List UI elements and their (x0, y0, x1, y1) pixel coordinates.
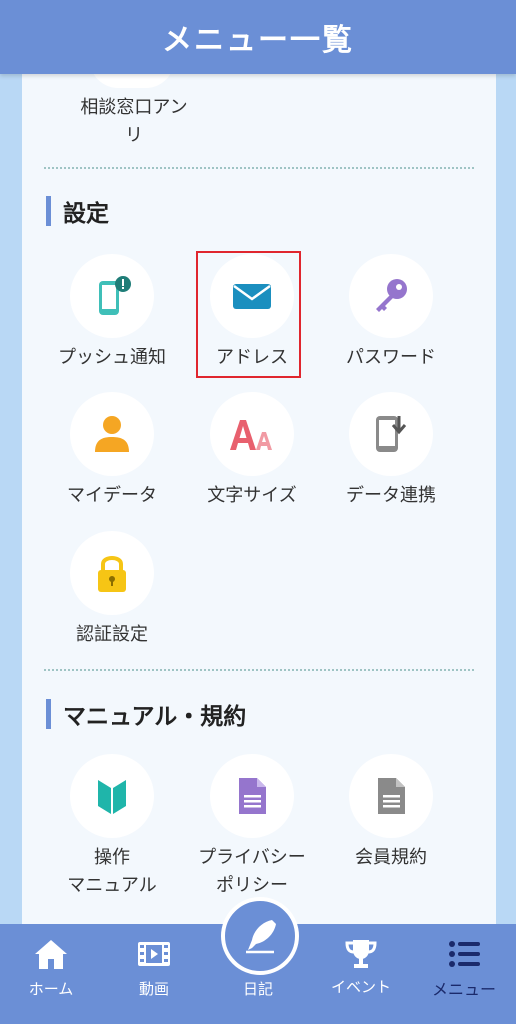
nav-menu-label: メニュー (431, 980, 496, 999)
nav-event[interactable]: イベント (311, 924, 411, 1024)
menu-panel: 相談窓口アン リ 設定 プッシュ通知 アドレス パスワード マイデータ 文字サイ… (22, 60, 496, 924)
section-manual-header: マニュアル・規約 (46, 699, 247, 730)
section-title-settings: 設定 (63, 201, 109, 227)
phone-notification-icon (99, 276, 131, 315)
font-size-item[interactable]: 文字サイズ (182, 392, 322, 522)
lock-icon (98, 556, 126, 592)
push-notification-label: プッシュ通知 (58, 347, 166, 368)
address-highlight-box (196, 251, 301, 378)
font-size-label: 文字サイズ (207, 485, 297, 506)
diary-button[interactable] (221, 897, 299, 975)
my-data-icon-circle (70, 392, 154, 476)
operation-manual-label: 操作 マニュアル (67, 847, 157, 896)
section-settings-header: 設定 (46, 196, 109, 227)
phone-download-icon (376, 416, 407, 452)
divider (44, 669, 474, 671)
auth-settings-label: 認証設定 (76, 624, 148, 645)
document-icon (239, 778, 266, 814)
auth-settings-icon-circle (70, 531, 154, 615)
header: メニュー一覧 (0, 0, 516, 74)
divider (44, 167, 474, 169)
privacy-policy-label: プライバシー ポリシー (198, 847, 306, 896)
privacy-policy-item[interactable]: プライバシー ポリシー (182, 754, 322, 896)
nav-video-label: 動画 (138, 980, 169, 998)
pen-icon (246, 920, 276, 954)
my-data-label: マイデータ (67, 485, 157, 506)
nav-diary-label: 日記 (242, 980, 273, 998)
data-link-label: データ連携 (346, 485, 436, 506)
section-bar (46, 699, 51, 729)
key-icon (376, 279, 407, 312)
trophy-icon (345, 940, 377, 968)
section-bar (46, 196, 51, 226)
list-icon (449, 941, 480, 967)
my-data-item[interactable]: マイデータ (42, 392, 182, 522)
beginner-mark-icon (98, 780, 126, 814)
push-notification-icon-circle (70, 254, 154, 338)
font-size-icon (230, 420, 272, 450)
password-icon-circle (349, 254, 433, 338)
nav-video[interactable]: 動画 (104, 924, 204, 1024)
nav-home-label: ホーム (28, 980, 74, 998)
nav-event-label: イベント (330, 978, 391, 996)
operation-manual-item[interactable]: 操作 マニュアル (42, 754, 182, 896)
person-icon (95, 416, 129, 452)
auth-settings-item[interactable]: 認証設定 (42, 531, 182, 661)
password-item[interactable]: パスワード (321, 254, 461, 384)
password-label: パスワード (346, 347, 436, 368)
home-icon (35, 940, 67, 969)
nav-menu[interactable]: メニュー (414, 924, 514, 1024)
data-link-item[interactable]: データ連携 (321, 392, 461, 522)
consult-label[interactable]: 相談窓口アン リ (44, 94, 224, 150)
member-terms-label: 会員規約 (355, 847, 427, 868)
nav-home[interactable]: ホーム (1, 924, 101, 1024)
document-icon (378, 778, 405, 814)
section-title-manual: マニュアル・規約 (63, 704, 247, 730)
font-size-icon-circle (210, 392, 294, 476)
data-link-icon-circle (349, 392, 433, 476)
film-icon (138, 942, 170, 966)
push-notification-item[interactable]: プッシュ通知 (42, 254, 182, 384)
member-terms-item[interactable]: 会員規約 (321, 754, 461, 884)
privacy-policy-icon-circle (210, 754, 294, 838)
member-terms-icon-circle (349, 754, 433, 838)
operation-manual-icon-circle (70, 754, 154, 838)
page-title: メニュー一覧 (162, 23, 354, 58)
